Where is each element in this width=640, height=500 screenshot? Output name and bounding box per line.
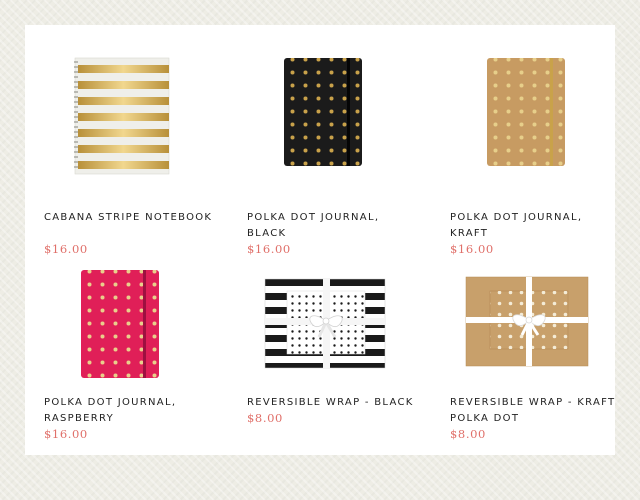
- product-price: $16.00: [247, 242, 291, 256]
- product-image[interactable]: [44, 53, 214, 213]
- product-name[interactable]: CABANA STRIPE NOTEBOOK: [44, 210, 214, 226]
- product-image[interactable]: [247, 53, 417, 213]
- product-name[interactable]: POLKA DOT JOURNAL, KRAFT: [450, 210, 620, 241]
- product-price: $8.00: [450, 427, 486, 441]
- product-price: $16.00: [44, 427, 88, 441]
- product-grid: CABANA STRIPE NOTEBOOK $16.00 POLKA DOT …: [25, 25, 615, 455]
- product-price: $16.00: [44, 242, 88, 256]
- product-price: $16.00: [450, 242, 494, 256]
- product-name[interactable]: REVERSIBLE WRAP - BLACK: [247, 395, 417, 411]
- product-name[interactable]: POLKA DOT JOURNAL, RASPBERRY: [44, 395, 214, 426]
- product-image[interactable]: [450, 53, 620, 213]
- product-name[interactable]: POLKA DOT JOURNAL, BLACK: [247, 210, 417, 241]
- product-price: $8.00: [247, 411, 283, 425]
- product-name[interactable]: REVERSIBLE WRAP - KRAFT POLKA DOT: [450, 395, 620, 426]
